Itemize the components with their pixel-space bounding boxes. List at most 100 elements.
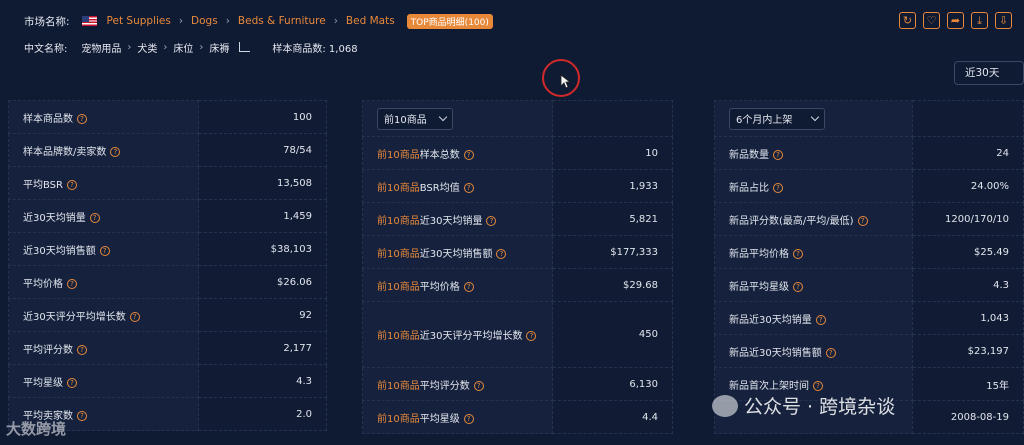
help-icon[interactable]: ? — [89, 212, 100, 223]
stat-row: 平均价格? $26.06 — [8, 265, 327, 299]
stat-value: $23,197 — [911, 334, 1024, 368]
breadcrumb-separator: › — [225, 15, 230, 27]
help-icon[interactable]: ? — [67, 278, 77, 289]
heart-icon[interactable]: ♡ — [923, 12, 940, 29]
chevron-down-icon — [438, 112, 448, 122]
help-icon[interactable]: ? — [815, 314, 826, 325]
stat-label-cell: 新品评分数(最高/平均/最低)? — [714, 202, 913, 236]
help-icon[interactable]: ? — [793, 281, 803, 292]
stat-label: 新品平均星级 — [729, 281, 789, 293]
help-icon[interactable]: ? — [463, 149, 474, 160]
toolbar: ↻ ♡ ➦ ⤓ ⇩ — [899, 12, 1012, 29]
help-icon[interactable]: ? — [67, 377, 77, 388]
help-icon[interactable]: ? — [825, 347, 836, 358]
stat-row: 近30天评分平均增长数? 92 — [8, 298, 327, 332]
help-icon[interactable]: ? — [793, 248, 803, 259]
help-icon[interactable]: ? — [129, 311, 140, 322]
stat-value: 15年 — [911, 367, 1024, 401]
stat-value: 10 — [552, 136, 673, 170]
listing-age-select[interactable]: 6个月内上架 — [729, 107, 825, 130]
wechat-logo-icon — [712, 394, 738, 417]
help-icon[interactable]: ? — [110, 146, 121, 157]
breadcrumb-dogs[interactable]: Dogs — [191, 15, 218, 27]
stat-label-prefix: 前10商品 — [377, 215, 420, 227]
stat-row: 前10商品平均价格? $29.68 — [362, 268, 673, 302]
help-icon[interactable]: ? — [77, 344, 87, 355]
stat-label-prefix: 前10商品 — [377, 331, 420, 342]
stat-label: 近30天均销量 — [23, 212, 86, 224]
stat-label-cell: 前10商品平均评分数? — [362, 367, 553, 401]
help-icon[interactable]: ? — [773, 182, 783, 193]
help-icon[interactable]: ? — [857, 215, 868, 226]
refresh-icon[interactable]: ↻ — [899, 12, 916, 29]
stat-label: 新品评分数(最高/平均/最低) — [729, 215, 854, 227]
stat-label-cell: 前10商品平均星级? — [362, 400, 553, 434]
stat-label-prefix: 前10商品 — [377, 248, 420, 260]
breadcrumb-separator: › — [127, 41, 132, 53]
stat-label-cell: 近30天均销售额? — [8, 232, 199, 266]
stat-label-cell: 新品近30天均销量? — [714, 301, 913, 335]
help-icon[interactable]: ? — [486, 215, 497, 226]
share-icon[interactable]: ➦ — [947, 12, 964, 29]
help-icon[interactable]: ? — [473, 380, 484, 391]
stat-row: 平均星级? 4.3 — [8, 364, 327, 398]
help-icon[interactable]: ? — [463, 281, 474, 292]
stat-label-cell: 新品近30天均销售额? — [714, 334, 913, 368]
stat-label-cell: 前10商品样本总数? — [362, 136, 553, 170]
stat-label-cell: 样本商品数? — [8, 100, 199, 134]
help-icon[interactable]: ? — [496, 248, 507, 259]
overview-panel: 样本商品数? 100 样本品牌数/卖家数? 78/54 平均BSR? 13,508 近30天… — [8, 100, 327, 431]
stat-row: 平均评分数? 2,177 — [8, 331, 327, 365]
sample-count: 样本商品数: 1,068 — [272, 43, 358, 55]
help-icon[interactable]: ? — [813, 380, 823, 391]
stat-label: 新品占比 — [729, 182, 769, 194]
stat-row: 新品数量? 24 — [714, 136, 1024, 170]
stat-value: 2008-08-19 — [911, 400, 1024, 434]
stat-label-cell: 前10商品近30天均销售额? — [362, 235, 553, 269]
breadcrumb-separator: › — [199, 41, 204, 53]
export-icon[interactable]: ⇩ — [995, 12, 1012, 29]
cn-breadcrumb-4: 床褥 — [209, 43, 230, 55]
stat-label: 近30天评分平均增长数 — [419, 331, 523, 342]
top-n-select-label: 前10商品 — [384, 115, 427, 126]
stat-value: 1,043 — [911, 301, 1024, 335]
stat-value: 4.4 — [552, 400, 673, 434]
stat-label-prefix: 前10商品 — [377, 149, 420, 161]
breadcrumb-separator: › — [333, 15, 338, 27]
stat-label: 新品数量 — [729, 149, 769, 161]
help-icon[interactable]: ? — [99, 245, 110, 256]
cn-breadcrumb-2: 犬类 — [137, 43, 158, 55]
stat-value: 4.3 — [198, 364, 327, 398]
help-icon[interactable]: ? — [526, 331, 537, 341]
new-products-panel: 6个月内上架 新品数量? 24 新品占比? 24.00% 新品评分数(最高/平均/最低)… — [714, 100, 1024, 434]
stat-label-cell: 新品平均价格? — [714, 235, 913, 269]
external-link-icon[interactable] — [239, 42, 251, 52]
stat-label: 平均星级 — [23, 377, 63, 389]
stat-label: 近30天均销售额 — [23, 245, 96, 257]
stat-row: 前10商品BSR均值? 1,933 — [362, 169, 673, 203]
stat-label: 新品近30天均销售额 — [729, 347, 822, 359]
help-icon[interactable]: ? — [66, 179, 77, 190]
watermark-right: 公众号 · 跨境杂谈 — [712, 392, 895, 419]
period-select[interactable]: 近30天 — [954, 61, 1024, 85]
top-products-badge[interactable]: TOP商品明细(100) — [406, 13, 493, 29]
download-icon[interactable]: ⤓ — [971, 12, 988, 29]
cn-label: 中文名称: — [24, 43, 68, 55]
help-icon[interactable]: ? — [463, 413, 474, 424]
stat-value: $29.68 — [552, 268, 673, 302]
stat-label: 新品平均价格 — [729, 248, 789, 260]
help-icon[interactable]: ? — [77, 113, 87, 124]
top-n-select[interactable]: 前10商品 — [377, 107, 453, 130]
breadcrumb-pet-supplies[interactable]: Pet Supplies — [107, 15, 171, 27]
help-icon[interactable]: ? — [463, 182, 474, 193]
help-icon[interactable]: ? — [77, 410, 87, 421]
breadcrumb-bed-mats[interactable]: Bed Mats — [346, 15, 395, 27]
stat-row: 新品占比? 24.00% — [714, 169, 1024, 203]
stat-label: 平均BSR — [23, 179, 63, 191]
help-icon[interactable]: ? — [773, 149, 783, 160]
stat-value: 1,459 — [198, 199, 327, 233]
stat-label-cell: 平均星级? — [8, 364, 199, 398]
stat-label-prefix: 前10商品 — [377, 281, 420, 293]
breadcrumb-beds-furniture[interactable]: Beds & Furniture — [238, 15, 326, 27]
cn-breadcrumb-3: 床位 — [173, 43, 194, 55]
